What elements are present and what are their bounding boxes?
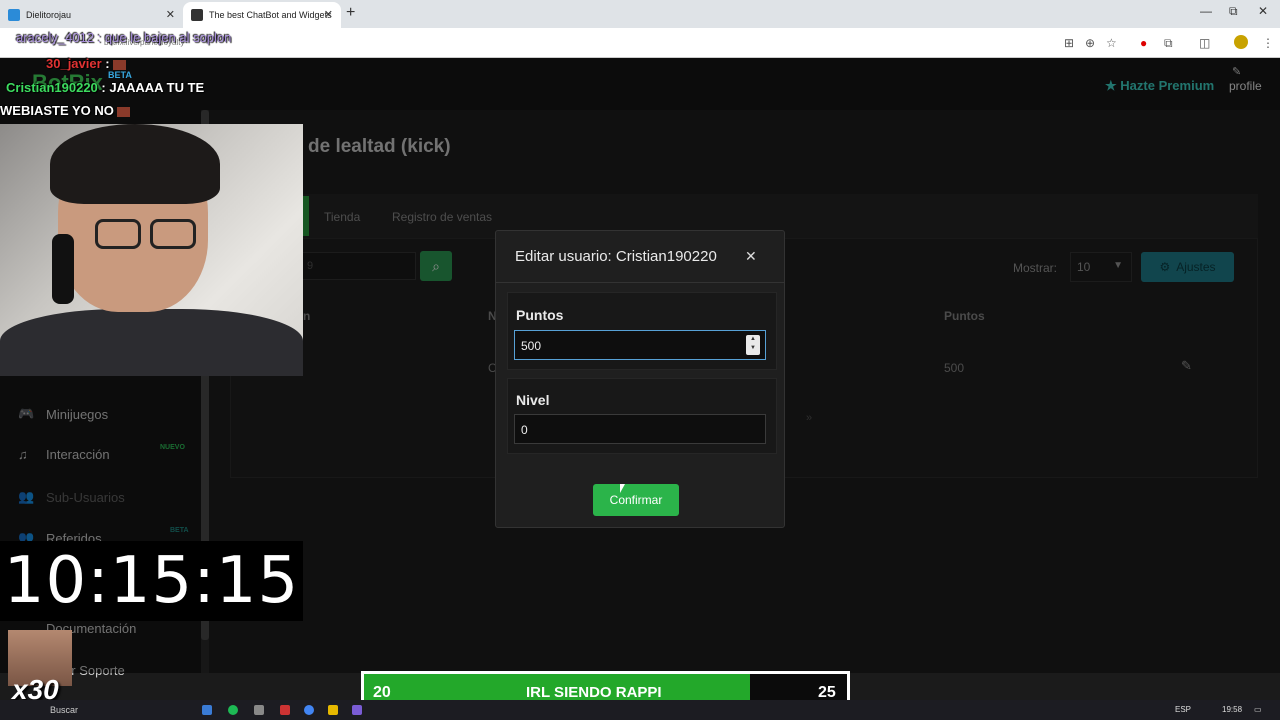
window-minimize-button[interactable]: — (1200, 4, 1212, 18)
browser-tab-2[interactable]: The best ChatBot and Widgets ✕ (183, 2, 341, 28)
zoom-icon[interactable]: ⊕ (1085, 36, 1095, 50)
window-maximize-button[interactable]: ⧉ (1229, 4, 1238, 19)
chat-user: aracely_4012 (16, 30, 95, 45)
chat-text: WEBIASTE YO NO (0, 103, 114, 118)
media-icon[interactable]: ◫ (1199, 36, 1210, 50)
chat-message: WEBIASTE YO NO (0, 103, 130, 118)
chat-text: : JAAAAA TU TE (97, 80, 205, 95)
menu-icon[interactable]: ⋮ (1262, 36, 1274, 50)
webcam-headset (52, 234, 74, 304)
emote-icon (116, 106, 130, 117)
logo-beta-badge: BETA (108, 70, 132, 80)
number-stepper[interactable]: ▲ ▼ (746, 335, 760, 355)
profile-avatar[interactable] (1234, 35, 1248, 49)
points-input[interactable]: 500 (514, 330, 766, 360)
app-icon[interactable] (352, 705, 362, 715)
language-indicator[interactable]: ESP (1175, 705, 1191, 714)
modal-close-icon[interactable]: ✕ (745, 248, 757, 265)
emote-icon (112, 59, 126, 70)
chat-message: Cristian190220 : JAAAAA TU TE (6, 80, 204, 95)
tab-favicon-icon (8, 9, 20, 21)
tab-close-icon[interactable]: ✕ (166, 8, 175, 21)
taskbar-search[interactable]: Buscar (50, 705, 78, 715)
webcam-body (0, 309, 303, 376)
chat-user: Cristian190220 (6, 80, 98, 95)
chrome-icon[interactable] (304, 705, 314, 715)
webcam-hair (50, 124, 220, 204)
windows-taskbar (0, 700, 1280, 720)
tab-label: The best ChatBot and Widgets (209, 10, 332, 20)
spotify-icon[interactable] (228, 705, 238, 715)
new-tab-button[interactable]: + (346, 4, 355, 22)
folder-icon[interactable] (328, 705, 338, 715)
chat-text: : (101, 56, 110, 71)
tab-favicon-icon (191, 9, 203, 21)
chat-user: 30_javier (46, 56, 102, 71)
stream-timer: 10:15:15 (0, 541, 303, 621)
chat-message: aracely_4012 : que le bajen al soplon (16, 30, 231, 45)
tab-label: Dielitorojau (26, 10, 72, 20)
modal-divider (495, 282, 785, 283)
bookmark-star-icon[interactable]: ☆ (1106, 36, 1117, 50)
app-icon[interactable] (254, 705, 264, 715)
translate-icon[interactable]: ⊞ (1064, 36, 1074, 50)
modal-title: Editar usuario: Cristian190220 (515, 248, 717, 265)
browser-tab-1[interactable]: Dielitorojau ✕ (0, 2, 183, 28)
notification-icon[interactable]: ▭ (1254, 705, 1262, 714)
chat-text: : que le bajen al soplon (94, 30, 232, 45)
confirm-button[interactable]: Confirmar (593, 484, 679, 516)
extensions-icon[interactable]: ⧉ (1164, 36, 1173, 51)
app-icon[interactable] (280, 705, 290, 715)
window-close-button[interactable]: ✕ (1258, 4, 1268, 18)
webcam-glasses (95, 219, 141, 249)
mouse-cursor-icon (620, 484, 625, 493)
goal-title: IRL SIENDO RAPPI (526, 684, 662, 701)
webcam-feed (0, 124, 303, 376)
taskview-icon[interactable] (202, 705, 212, 715)
tab-close-icon[interactable]: ✕ (324, 8, 333, 21)
clock[interactable]: 19:58 (1222, 705, 1242, 714)
webcam-glasses (150, 219, 196, 249)
level-label: Nivel (516, 392, 550, 408)
points-label: Puntos (516, 307, 564, 323)
level-input[interactable]: 0 (514, 414, 766, 444)
opera-icon[interactable]: ● (1140, 36, 1147, 50)
screen: Dielitorojau ✕ The best ChatBot and Widg… (0, 0, 1280, 720)
chat-message: 30_javier : (46, 56, 126, 71)
